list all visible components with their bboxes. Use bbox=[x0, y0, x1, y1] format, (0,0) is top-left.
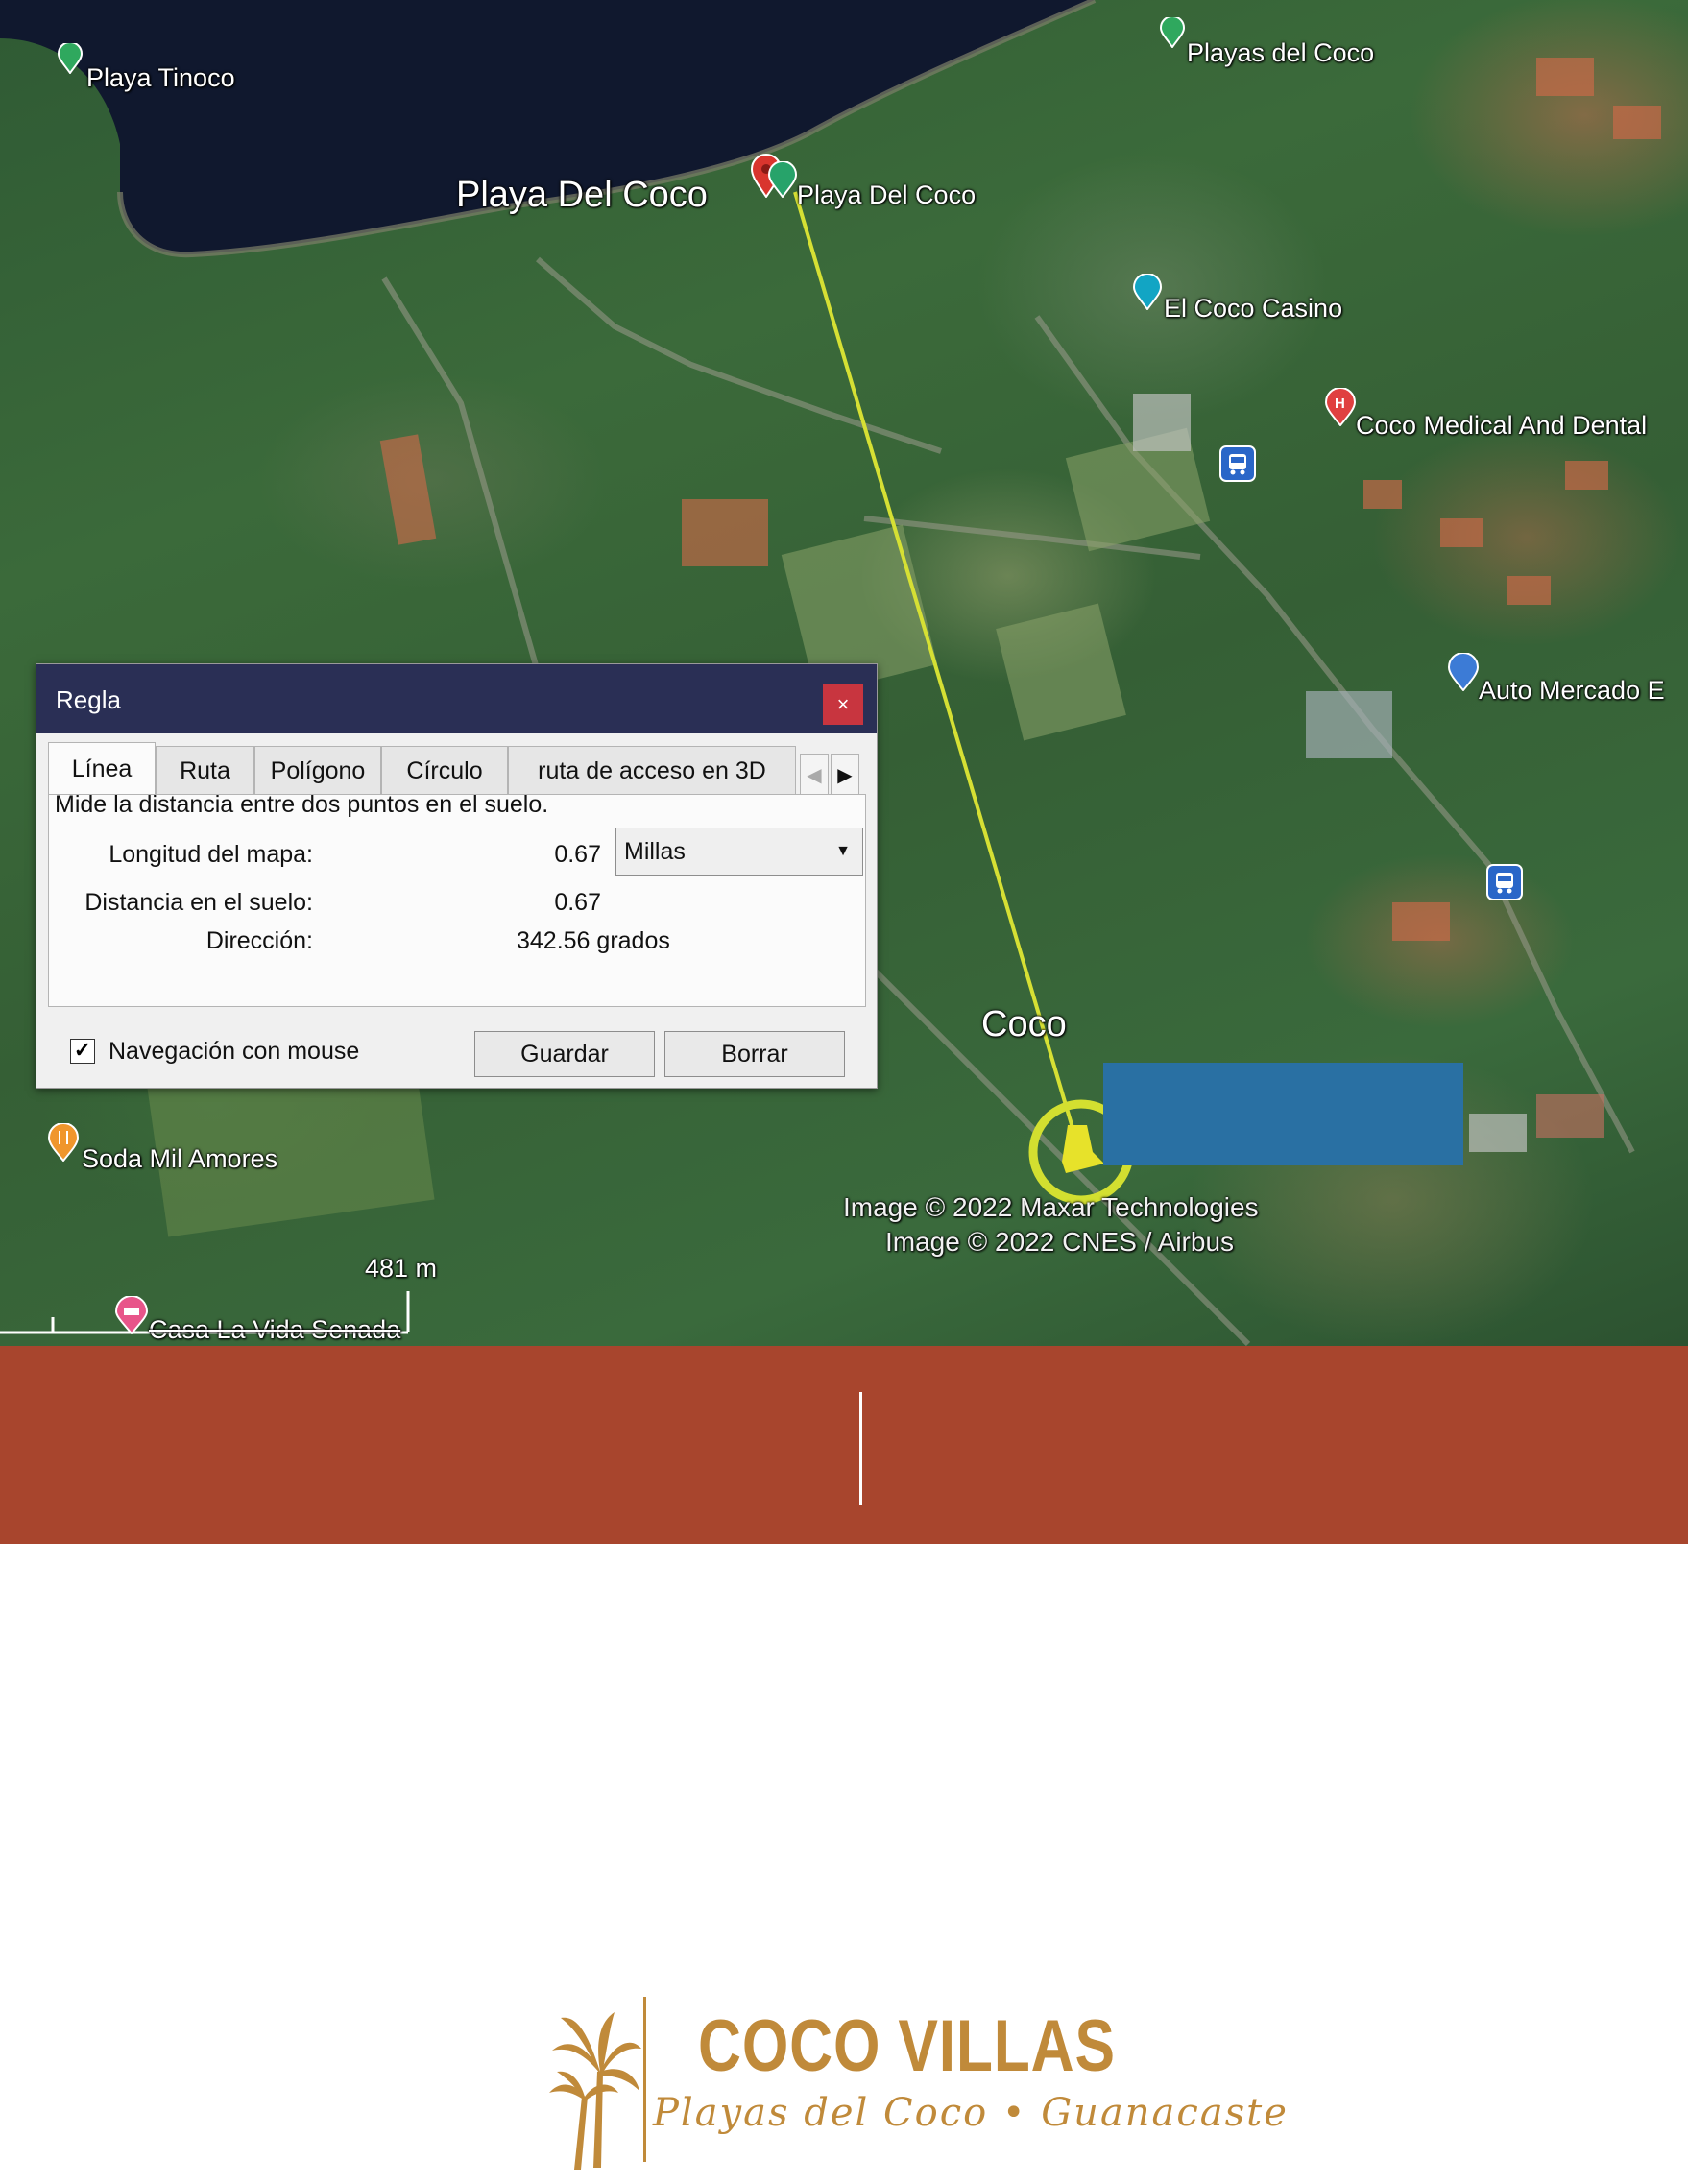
chevron-down-icon: ▼ bbox=[835, 843, 851, 859]
park-marker-icon[interactable] bbox=[58, 43, 83, 74]
svg-text:H: H bbox=[1335, 396, 1345, 412]
brand-logo: COCO VILLAS Playas del Coco • Guanacaste bbox=[547, 1997, 1287, 2179]
ruler-dialog: Regla × Línea Ruta Polígono Círculo ruta… bbox=[36, 663, 878, 1089]
unit-select[interactable]: Millas ▼ bbox=[615, 828, 863, 876]
direction-label: Dirección: bbox=[205, 927, 313, 954]
bus-stop-icon[interactable] bbox=[1486, 864, 1523, 900]
poi-label[interactable]: Soda Mil Amores bbox=[82, 1144, 277, 1174]
ruler-panel: Mide la distancia entre dos puntos en el… bbox=[48, 791, 866, 1007]
tab-scroll-left-icon[interactable]: ◀ bbox=[800, 754, 829, 798]
beach-marker-icon[interactable] bbox=[768, 161, 797, 198]
ground-distance-label: Distancia en el suelo: bbox=[84, 889, 313, 916]
unit-select-value: Millas bbox=[624, 838, 686, 865]
poi-label[interactable]: Playas del Coco bbox=[1187, 38, 1374, 68]
dialog-title: Regla bbox=[56, 685, 121, 714]
poi-label[interactable]: El Coco Casino bbox=[1164, 294, 1342, 324]
mouse-navigation-label[interactable]: Navegación con mouse bbox=[109, 1038, 359, 1066]
ground-distance-value: 0.67 bbox=[554, 889, 601, 916]
color-band bbox=[0, 1346, 1688, 1544]
park-marker-icon[interactable] bbox=[1160, 17, 1185, 48]
poi-label[interactable]: Auto Mercado E bbox=[1479, 676, 1665, 706]
poi-label[interactable]: Casa La Vida Senada bbox=[149, 1315, 400, 1345]
tab-ruta-3d[interactable]: ruta de acceso en 3D bbox=[508, 746, 796, 794]
tab-circulo[interactable]: Círculo bbox=[381, 746, 508, 794]
mouse-navigation-checkbox[interactable]: ✓ bbox=[70, 1039, 95, 1064]
casino-marker-icon[interactable] bbox=[1133, 274, 1162, 310]
logo-divider bbox=[643, 1997, 646, 2162]
town-area-label: Coco bbox=[981, 1004, 1067, 1044]
tab-poligono[interactable]: Polígono bbox=[254, 746, 381, 794]
brand-name: COCO VILLAS bbox=[698, 2005, 1116, 2087]
poi-label[interactable]: Playa Tinoco bbox=[86, 63, 235, 93]
ocean bbox=[0, 0, 1095, 255]
shopping-marker-icon[interactable] bbox=[1448, 653, 1479, 691]
clear-button[interactable]: Borrar bbox=[664, 1031, 845, 1077]
ruler-description: Mide la distancia entre dos puntos en el… bbox=[55, 791, 549, 818]
lodging-marker-icon[interactable] bbox=[115, 1296, 148, 1334]
map-length-value: 0.67 bbox=[554, 841, 601, 868]
direction-value: 342.56 grados bbox=[517, 927, 670, 954]
tab-scroll-right-icon[interactable]: ▶ bbox=[831, 754, 859, 798]
redacted-box bbox=[1103, 1063, 1463, 1165]
imagery-copyright: Image © 2022 Maxar Technologies bbox=[843, 1192, 1259, 1222]
band-divider bbox=[859, 1392, 862, 1505]
beach-area-label: Playa Del Coco bbox=[456, 175, 708, 215]
poi-label[interactable]: Coco Medical And Dental bbox=[1356, 411, 1647, 441]
dialog-titlebar[interactable]: Regla × bbox=[36, 664, 877, 733]
tab-ruta[interactable]: Ruta bbox=[156, 746, 254, 794]
scale-bar-label: 481 m bbox=[365, 1254, 438, 1283]
poi-label[interactable]: Playa Del Coco bbox=[797, 180, 976, 210]
map-length-label: Longitud del mapa: bbox=[109, 841, 313, 868]
palm-tree-icon bbox=[549, 2012, 641, 2170]
hospital-marker-icon[interactable]: H bbox=[1325, 388, 1356, 426]
restaurant-marker-icon[interactable] bbox=[48, 1123, 79, 1162]
brand-tagline: Playas del Coco • Guanacaste bbox=[653, 2091, 1289, 2135]
bus-stop-icon[interactable] bbox=[1219, 445, 1256, 482]
tab-linea[interactable]: Línea bbox=[48, 742, 156, 794]
ruler-endpoint-pin bbox=[1062, 1125, 1104, 1173]
save-button[interactable]: Guardar bbox=[474, 1031, 655, 1077]
close-button[interactable]: × bbox=[823, 684, 863, 725]
imagery-copyright: Image © 2022 CNES / Airbus bbox=[885, 1227, 1235, 1257]
